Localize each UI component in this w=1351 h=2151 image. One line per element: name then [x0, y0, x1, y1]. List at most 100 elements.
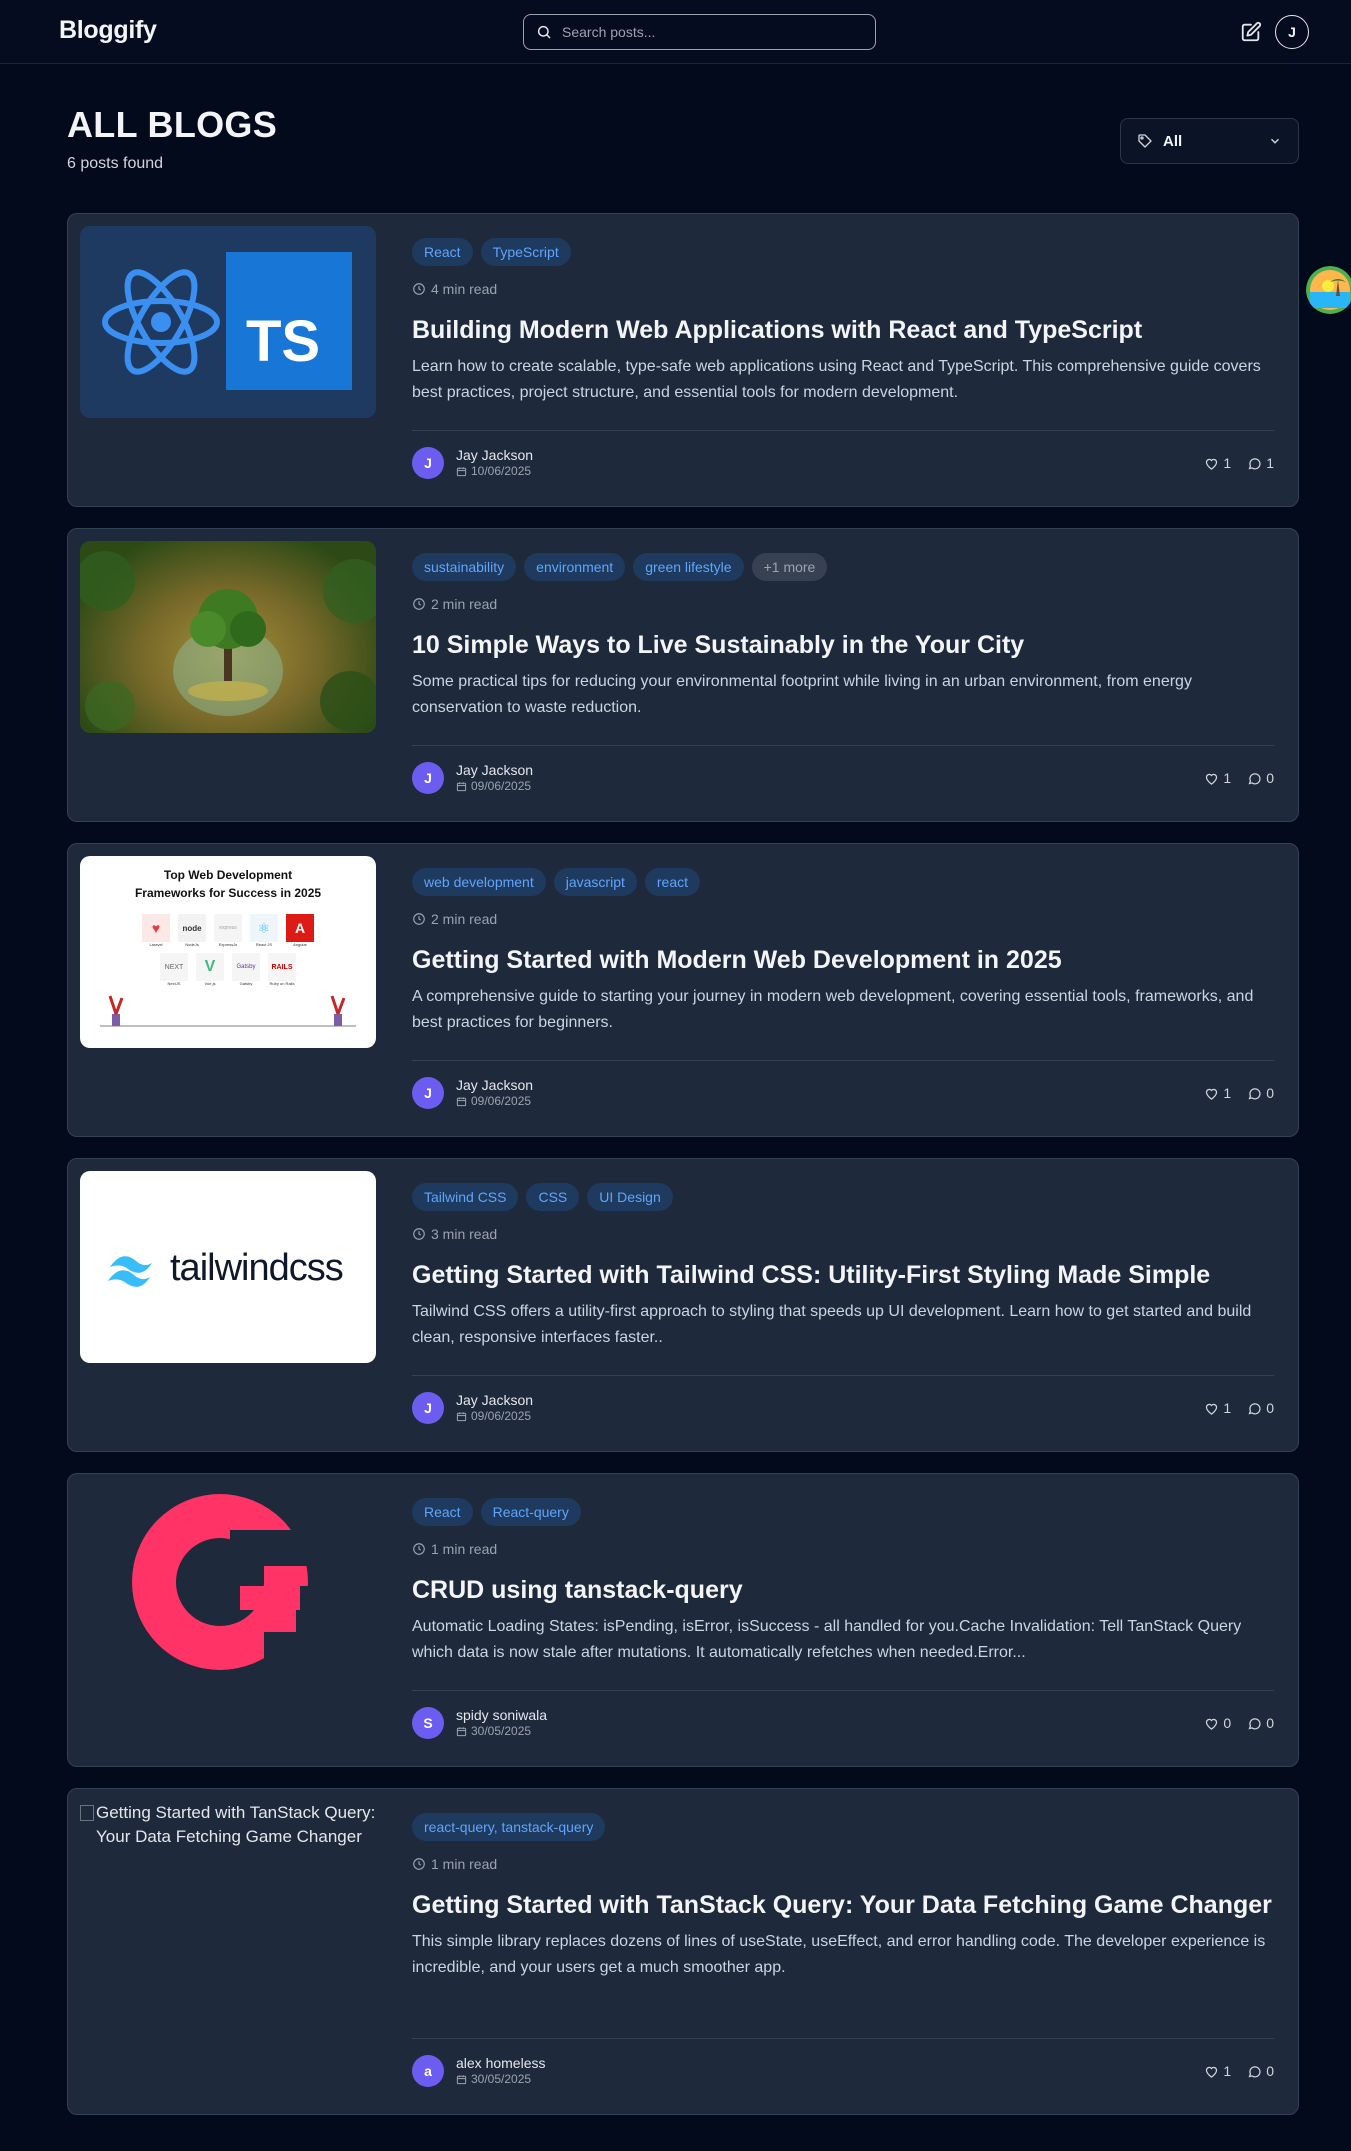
- clock-icon: [413, 913, 425, 925]
- search-icon: [537, 25, 551, 39]
- author-avatar: a: [412, 2055, 444, 2087]
- post-excerpt: A comprehensive guide to starting your j…: [412, 988, 1254, 1031]
- top-navbar: Bloggify J: [0, 0, 1351, 64]
- tag-chip[interactable]: React: [412, 1498, 473, 1526]
- floating-profile-avatar[interactable]: [1306, 266, 1351, 314]
- tag-chip[interactable]: React: [412, 238, 473, 266]
- search-input[interactable]: [562, 24, 862, 40]
- post-thumbnail-frameworks[interactable]: Top Web Development Frameworks for Succe…: [80, 856, 376, 1048]
- post-thumbnail-react-ts[interactable]: TS: [80, 226, 376, 418]
- tag-chip[interactable]: UI Design: [587, 1183, 673, 1211]
- comments-count: 0: [1266, 1715, 1274, 1731]
- divider: [412, 745, 1274, 746]
- post-thumbnail-tree-globe[interactable]: [80, 541, 376, 733]
- author-avatar: J: [412, 762, 444, 794]
- blog-card[interactable]: Getting Started with TanStack Query: You…: [67, 1788, 1299, 2115]
- heart-icon: [1206, 773, 1218, 785]
- comments-stat[interactable]: 0: [1247, 1715, 1274, 1731]
- typescript-logo-text: TS: [246, 309, 321, 374]
- author-name: spidy soniwala: [456, 1707, 548, 1723]
- tag-chip[interactable]: green lifestyle: [633, 553, 744, 581]
- tag-filter-dropdown[interactable]: All: [1120, 118, 1299, 164]
- tag-icon: [1138, 134, 1152, 148]
- author-name: Jay Jackson: [456, 762, 534, 778]
- tag-chip[interactable]: sustainability: [412, 553, 517, 581]
- post-title[interactable]: CRUD using tanstack-query: [412, 1574, 1274, 1606]
- comment-icon: [1248, 1087, 1261, 1099]
- author-block[interactable]: J Jay Jackson 10/06/2025: [412, 447, 533, 479]
- post-stats: 1 0: [1204, 770, 1274, 786]
- user-avatar[interactable]: J: [1275, 15, 1309, 49]
- comments-count: 0: [1266, 1085, 1274, 1101]
- author-block[interactable]: S spidy soniwala 30/05/2025: [412, 1707, 547, 1739]
- blog-card[interactable]: TS React TypeScript 4 min read Building …: [67, 213, 1299, 507]
- post-title[interactable]: 10 Simple Ways to Live Sustainably in th…: [412, 629, 1274, 661]
- clock-icon: [413, 1228, 425, 1240]
- read-time: 4 min read: [412, 280, 1274, 298]
- read-time: 1 min read: [412, 1540, 1274, 1558]
- post-title[interactable]: Getting Started with TanStack Query: You…: [412, 1889, 1274, 1921]
- tag-chip[interactable]: react: [644, 868, 701, 896]
- post-thumbnail-tanstack[interactable]: [80, 1486, 376, 1678]
- comments-stat[interactable]: 0: [1247, 1400, 1274, 1416]
- blog-card[interactable]: sustainability environment green lifesty…: [67, 528, 1299, 822]
- author-avatar: J: [412, 447, 444, 479]
- divider: [412, 1060, 1274, 1061]
- author-block[interactable]: J Jay Jackson 09/06/2025: [412, 1392, 533, 1424]
- search-bar[interactable]: [523, 14, 876, 50]
- read-time-label: 2 min read: [431, 911, 498, 927]
- post-date: 09/06/2025: [456, 779, 533, 794]
- comments-stat[interactable]: 0: [1247, 2063, 1274, 2079]
- blog-card[interactable]: tailwindcss Tailwind CSS CSS UI Design 3…: [67, 1158, 1299, 1452]
- comments-stat[interactable]: 0: [1247, 770, 1274, 786]
- author-avatar: J: [412, 1392, 444, 1424]
- likes-stat[interactable]: 1: [1204, 455, 1231, 471]
- read-time: 2 min read: [412, 595, 1274, 613]
- likes-count: 1: [1223, 455, 1232, 471]
- post-title[interactable]: Building Modern Web Applications with Re…: [412, 314, 1274, 346]
- post-stats: 1 1: [1204, 455, 1274, 471]
- likes-stat[interactable]: 1: [1204, 1400, 1231, 1416]
- likes-stat[interactable]: 0: [1204, 1715, 1231, 1731]
- tag-chip[interactable]: CSS: [526, 1183, 580, 1211]
- tag-chip[interactable]: javascript: [553, 868, 637, 896]
- likes-count: 1: [1223, 1085, 1232, 1101]
- likes-stat[interactable]: 1: [1204, 1085, 1231, 1101]
- post-date: 30/05/2025: [456, 1724, 547, 1739]
- blog-card[interactable]: React React-query 1 min read CRUD using …: [67, 1473, 1299, 1767]
- comments-count: 0: [1266, 2063, 1274, 2079]
- post-thumbnail-tailwind[interactable]: tailwindcss: [80, 1171, 376, 1363]
- tag-chip[interactable]: React-query: [480, 1498, 581, 1526]
- tag-chip[interactable]: environment: [524, 553, 626, 581]
- likes-stat[interactable]: 1: [1204, 770, 1231, 786]
- comments-stat[interactable]: 0: [1247, 1085, 1274, 1101]
- post-date-value: 10/06/2025: [471, 464, 532, 478]
- tag-chip[interactable]: TypeScript: [480, 238, 571, 266]
- write-post-button[interactable]: [1237, 18, 1265, 46]
- post-stats: 1 0: [1204, 2063, 1274, 2079]
- clock-icon: [413, 1858, 425, 1870]
- post-count: 6 posts found: [67, 155, 164, 172]
- post-title[interactable]: Getting Started with Tailwind CSS: Utili…: [412, 1259, 1274, 1291]
- comments-stat[interactable]: 1: [1247, 455, 1274, 471]
- author-block[interactable]: J Jay Jackson 09/06/2025: [412, 1077, 533, 1109]
- tag-chip[interactable]: react-query, tanstack-query: [412, 1813, 606, 1841]
- tailwind-logo-text: tailwindcss: [170, 1247, 344, 1289]
- author-block[interactable]: J Jay Jackson 09/06/2025: [412, 762, 533, 794]
- comments-count: 0: [1266, 1400, 1274, 1416]
- author-name: Jay Jackson: [456, 447, 534, 463]
- brand-logo[interactable]: Bloggify: [59, 16, 157, 45]
- post-date-value: 30/05/2025: [471, 1724, 532, 1738]
- author-block[interactable]: a alex homeless 30/05/2025: [412, 2055, 546, 2087]
- likes-count: 1: [1223, 1400, 1232, 1416]
- chevron-down-icon: [1271, 138, 1279, 144]
- blog-card[interactable]: Top Web Development Frameworks for Succe…: [67, 843, 1299, 1137]
- tag-chip[interactable]: Tailwind CSS: [412, 1183, 519, 1211]
- comment-icon: [1248, 772, 1261, 784]
- post-excerpt: Automatic Loading States: isPending, isE…: [412, 1618, 1242, 1661]
- post-title[interactable]: Getting Started with Modern Web Developm…: [412, 944, 1274, 976]
- broken-thumbnail[interactable]: Getting Started with TanStack Query: You…: [80, 1801, 376, 1849]
- likes-stat[interactable]: 1: [1204, 2063, 1231, 2079]
- tag-chip[interactable]: web development: [412, 868, 546, 896]
- more-tags-chip[interactable]: +1 more: [751, 553, 828, 581]
